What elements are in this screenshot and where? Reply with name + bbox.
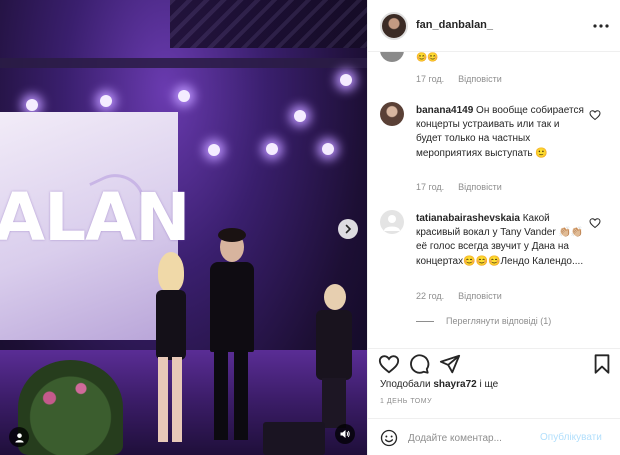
- comment-body: tatianabairashevskaia Какой красивый вок…: [416, 212, 586, 269]
- screen-text: ALAN: [0, 179, 190, 256]
- view-replies-label: Переглянути відповіді (1): [446, 316, 552, 326]
- performer-right: [300, 284, 360, 444]
- performer-center: [200, 228, 270, 452]
- comment-body: banana4149 Он вообще собирается концерты…: [416, 104, 586, 161]
- post-actions: Уподобали shayra72 і ще 1 день тому Опуб…: [368, 348, 620, 455]
- more-horizontal-icon[interactable]: [591, 16, 611, 36]
- comment-input[interactable]: [408, 429, 558, 447]
- stage-truss: [170, 0, 367, 48]
- stage-light: [208, 144, 220, 156]
- stage-light: [322, 143, 334, 155]
- stage-light: [178, 90, 190, 102]
- stage-speaker: [263, 422, 325, 455]
- flower-decor: [18, 360, 123, 455]
- view-replies-button[interactable]: Переглянути відповіді (1): [416, 316, 551, 326]
- comment-emoji: 😊😊: [416, 52, 439, 62]
- stage-light: [340, 74, 352, 86]
- stage-truss-beam: [0, 58, 367, 68]
- divider: [416, 320, 434, 322]
- chevron-right-icon[interactable]: [338, 219, 358, 239]
- comment-avatar[interactable]: [380, 102, 404, 126]
- comment-time: 17 год.: [416, 74, 445, 84]
- comment-time: 17 год.: [416, 182, 445, 192]
- post-panel: fan_danbalan_ 😊😊 17 год. Відповісти banan…: [367, 0, 620, 455]
- stage-light: [26, 99, 38, 111]
- stage-light: [100, 95, 112, 107]
- comment-meta: 17 год. Відповісти: [416, 182, 502, 192]
- speaker-icon[interactable]: [335, 424, 355, 444]
- bookmark-icon[interactable]: [591, 353, 613, 375]
- likes-suffix[interactable]: і ще: [477, 379, 498, 390]
- heart-icon[interactable]: [589, 109, 601, 121]
- reply-link[interactable]: Відповісти: [458, 291, 502, 301]
- heart-icon[interactable]: [378, 353, 400, 375]
- comment-icon[interactable]: [408, 353, 430, 375]
- stage-light: [294, 110, 306, 122]
- comment-time: 22 год.: [416, 291, 445, 301]
- reply-link[interactable]: Відповісти: [458, 74, 502, 84]
- performer-left: [140, 252, 200, 452]
- smiley-icon[interactable]: [380, 429, 398, 447]
- header-username[interactable]: fan_danbalan_: [416, 19, 493, 31]
- likes-user[interactable]: shayra72: [433, 379, 476, 390]
- likes-prefix: Уподобали: [380, 379, 434, 390]
- publish-button[interactable]: Опублікувати: [540, 432, 602, 443]
- comment-avatar[interactable]: [380, 210, 404, 234]
- post-media[interactable]: ALAN: [0, 0, 367, 455]
- comment-meta: 22 год. Відповісти: [416, 291, 502, 301]
- comments-list[interactable]: 😊😊 17 год. Відповісти banana4149 Он вообщ…: [368, 52, 620, 348]
- user-tag-icon[interactable]: [9, 427, 29, 447]
- post-header: fan_danbalan_: [368, 0, 620, 52]
- comment-username[interactable]: tatianabairashevskaia: [416, 213, 520, 224]
- comment-meta: 17 год. Відповісти: [416, 74, 502, 84]
- avatar[interactable]: [380, 12, 408, 40]
- comment-avatar[interactable]: [380, 52, 404, 62]
- paper-plane-icon[interactable]: [439, 353, 461, 375]
- comment-username[interactable]: banana4149: [416, 105, 473, 116]
- heart-icon[interactable]: [589, 217, 601, 229]
- stage-light: [266, 143, 278, 155]
- add-comment-bar: Опублікувати: [368, 418, 620, 455]
- default-avatar-icon: [384, 215, 400, 231]
- reply-link[interactable]: Відповісти: [458, 182, 502, 192]
- post-timestamp[interactable]: 1 день тому: [380, 398, 432, 405]
- likes-summary[interactable]: Уподобали shayra72 і ще: [380, 379, 498, 390]
